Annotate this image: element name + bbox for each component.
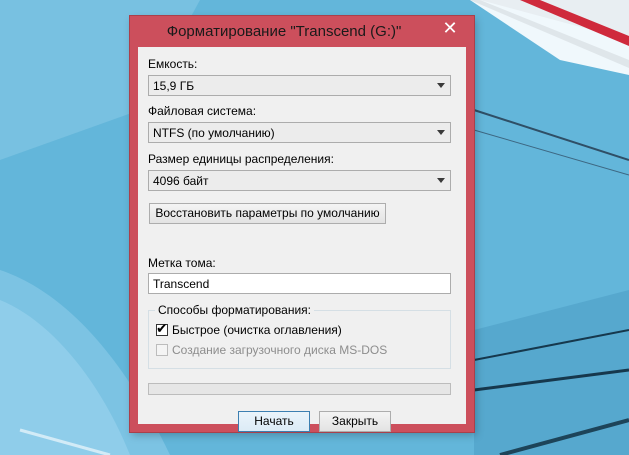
volume-label-value: Transcend bbox=[153, 277, 210, 291]
close-button[interactable]: Закрыть bbox=[319, 411, 391, 432]
start-button[interactable]: Начать bbox=[238, 411, 310, 432]
chevron-down-icon bbox=[437, 178, 445, 183]
filesystem-dropdown[interactable]: NTFS (по умолчанию) bbox=[148, 122, 451, 143]
quick-format-checkbox[interactable]: ✔ bbox=[156, 320, 168, 336]
desktop: Форматирование "Transcend (G:)" ✕ Емкост… bbox=[0, 0, 629, 455]
volume-label-input[interactable]: Transcend bbox=[148, 273, 451, 294]
format-options-group: Способы форматирования: ✔ Быстрое (очист… bbox=[148, 303, 451, 369]
allocation-size-value: 4096 байт bbox=[153, 174, 209, 188]
filesystem-value: NTFS (по умолчанию) bbox=[153, 126, 275, 140]
volume-label-caption: Метка тома: bbox=[148, 256, 216, 270]
close-icon: ✕ bbox=[442, 18, 458, 38]
capacity-label: Емкость: bbox=[148, 57, 198, 71]
capacity-value: 15,9 ГБ bbox=[153, 79, 195, 93]
chevron-down-icon bbox=[437, 130, 445, 135]
dialog-body: Емкость: 15,9 ГБ Файловая система: NTFS … bbox=[138, 47, 466, 432]
capacity-dropdown[interactable]: 15,9 ГБ bbox=[148, 75, 451, 96]
msdos-boot-checkbox[interactable] bbox=[156, 344, 168, 356]
filesystem-label: Файловая система: bbox=[148, 104, 257, 118]
chevron-down-icon bbox=[437, 83, 445, 88]
msdos-boot-label: Создание загрузочного диска MS-DOS bbox=[172, 343, 388, 357]
window-title: Форматирование "Transcend (G:)" bbox=[166, 23, 402, 40]
restore-defaults-button[interactable]: Восстановить параметры по умолчанию bbox=[149, 203, 386, 224]
title-bar[interactable]: Форматирование "Transcend (G:)" ✕ bbox=[130, 16, 474, 46]
format-progress-bar bbox=[148, 383, 451, 395]
close-window-button[interactable]: ✕ bbox=[434, 18, 466, 40]
allocation-size-dropdown[interactable]: 4096 байт bbox=[148, 170, 451, 191]
checkmark-icon: ✔ bbox=[156, 320, 168, 336]
allocation-size-label: Размер единицы распределения: bbox=[148, 152, 334, 166]
format-options-legend: Способы форматирования: bbox=[155, 303, 314, 317]
quick-format-label[interactable]: Быстрое (очистка оглавления) bbox=[172, 323, 342, 337]
format-dialog: Форматирование "Transcend (G:)" ✕ Емкост… bbox=[130, 16, 474, 432]
